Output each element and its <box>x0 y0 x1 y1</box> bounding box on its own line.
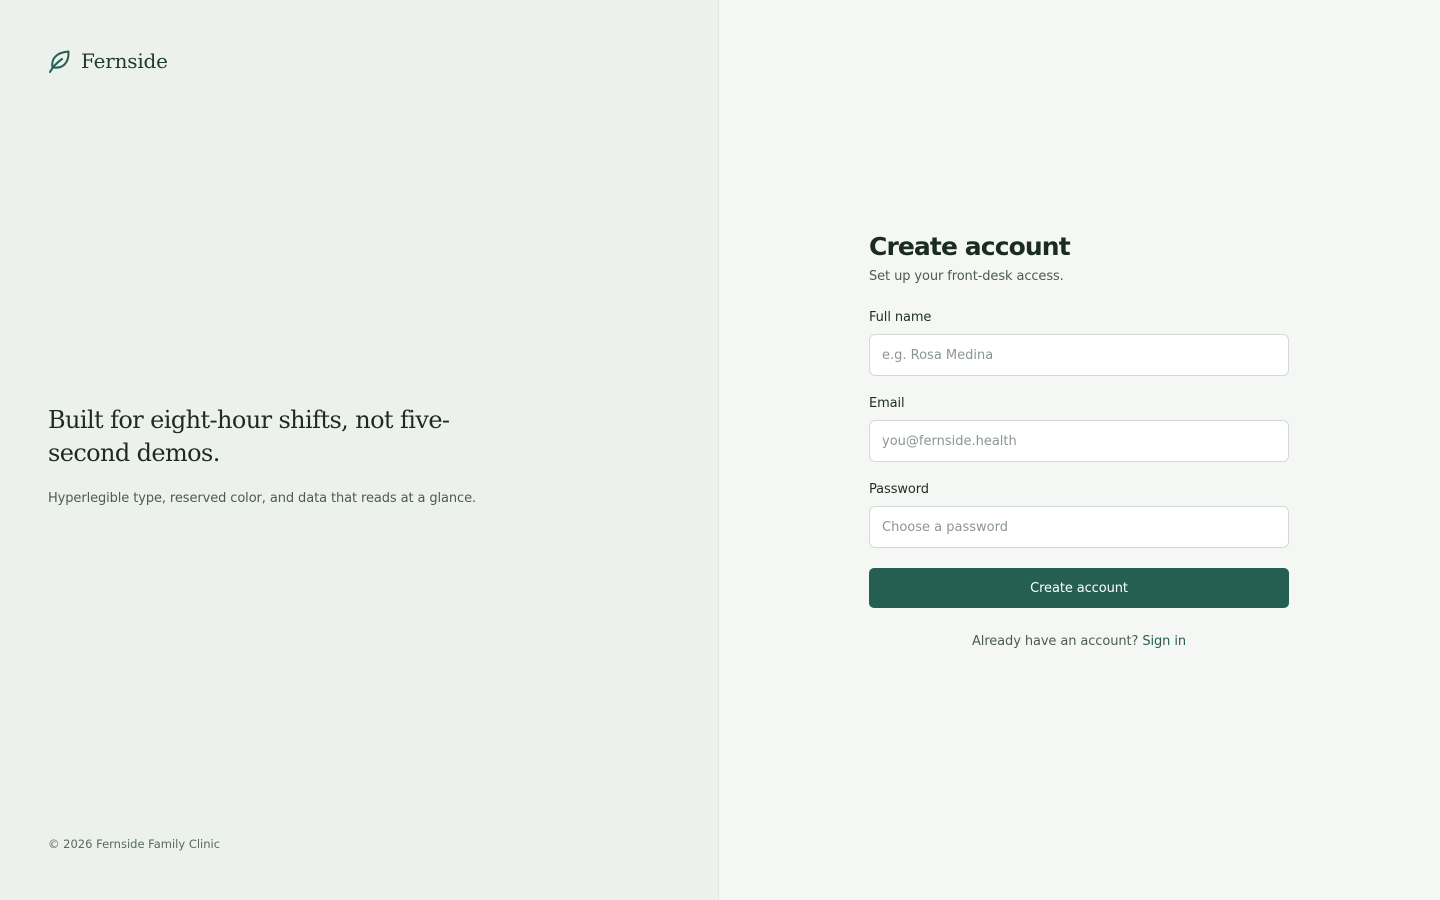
form-panel: Create account Set up your front-desk ac… <box>719 0 1440 900</box>
email-field: Email <box>869 396 1289 462</box>
hero: Built for eight-hour shifts, not five-se… <box>48 404 528 506</box>
hero-headline: Built for eight-hour shifts, not five-se… <box>48 406 450 467</box>
full-name-input[interactable] <box>869 334 1289 376</box>
copyright: © 2026 Fernside Family Clinic <box>48 837 221 851</box>
full-name-label: Full name <box>869 310 932 325</box>
form-subtitle: Set up your front-desk access. <box>869 269 1064 284</box>
leaf-icon <box>49 50 70 73</box>
form-title: Create account <box>869 232 1071 261</box>
brand-name: Fernside <box>81 49 168 73</box>
signin-link[interactable]: Sign in <box>1142 634 1186 649</box>
signup-page: Fernside Built for eight-hour shifts, no… <box>0 0 1440 900</box>
signup-form: Create account Set up your front-desk ac… <box>869 231 1289 649</box>
full-name-field: Full name <box>869 310 1289 376</box>
email-input[interactable] <box>869 420 1289 462</box>
create-account-button[interactable]: Create account <box>869 568 1289 608</box>
signin-row: Already have an account? Sign in <box>869 634 1289 649</box>
email-label: Email <box>869 396 905 411</box>
brand-panel: Fernside Built for eight-hour shifts, no… <box>0 0 719 900</box>
hero-subtext: Hyperlegible type, reserved color, and d… <box>48 491 477 506</box>
password-input[interactable] <box>869 506 1289 548</box>
logo: Fernside <box>48 48 168 74</box>
signin-prompt: Already have an account? <box>972 634 1139 649</box>
password-field: Password <box>869 482 1289 548</box>
password-label: Password <box>869 482 929 497</box>
